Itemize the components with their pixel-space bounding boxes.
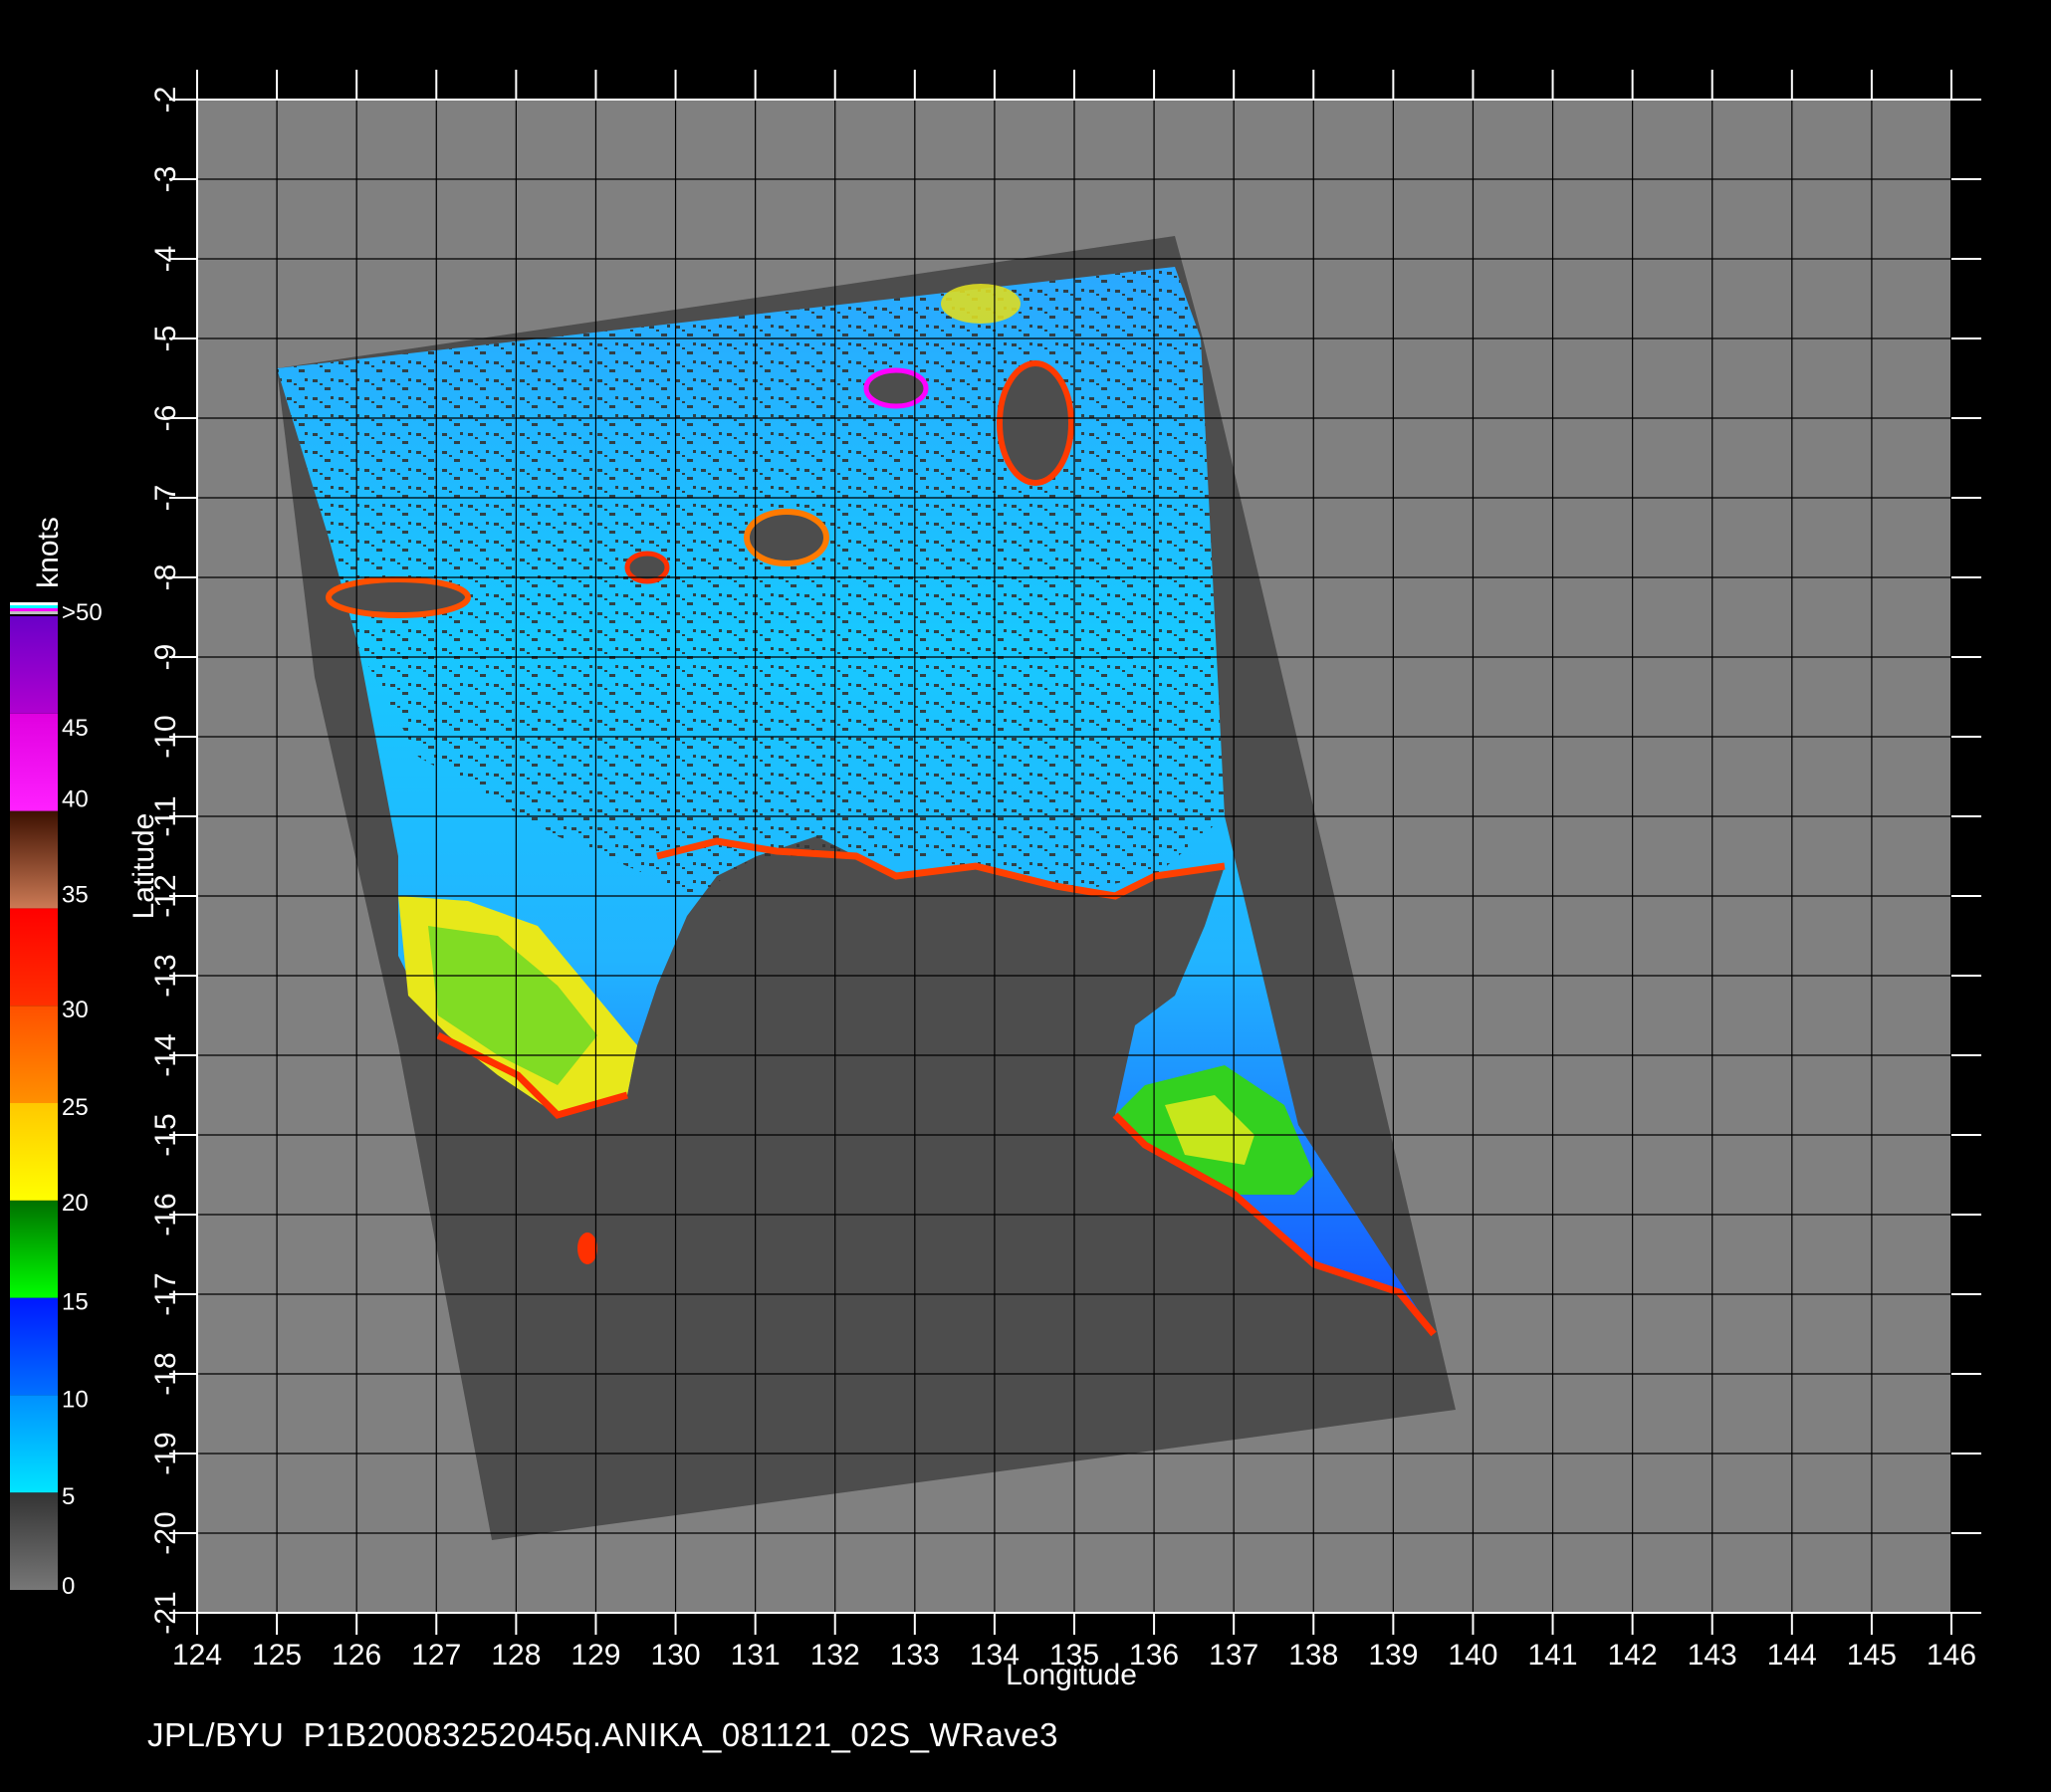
legend-label: 10 — [62, 1386, 89, 1413]
lon-tick-label: 144 — [1767, 1639, 1817, 1672]
wind-map-figure: 124 125 126 127 128 129 130 131 132 133 134 135 136 1… — [10, 70, 1981, 1691]
lon-tick-label: 145 — [1847, 1639, 1897, 1672]
legend-overflow-stripe — [10, 608, 58, 611]
legend-band — [10, 1492, 58, 1590]
legend-band — [10, 616, 58, 714]
legend-units-label: knots — [32, 517, 65, 588]
legend-label: 35 — [62, 881, 89, 908]
legend-band — [10, 1103, 58, 1201]
lon-tick-label: 129 — [570, 1639, 620, 1672]
lon-tick-label: 133 — [890, 1639, 940, 1672]
lon-tick-label: 139 — [1368, 1639, 1418, 1672]
lon-tick-label: 124 — [172, 1639, 222, 1672]
lat-tick-label: -14 — [149, 1033, 182, 1076]
lat-tick-label: -6 — [149, 405, 182, 432]
lon-tick-label: 146 — [1927, 1639, 1976, 1672]
lat-tick-label: -5 — [149, 326, 182, 352]
legend-overflow-stripe — [10, 605, 58, 608]
legend-labels: >50 45 40 35 30 25 20 15 10 5 0 — [62, 599, 103, 1600]
legend-label: 25 — [62, 1094, 89, 1121]
lat-tick-label: -19 — [149, 1432, 182, 1474]
lat-tick-label: -3 — [149, 166, 182, 193]
lat-tick-label: -8 — [149, 564, 182, 591]
lon-tick-label: 131 — [731, 1639, 781, 1672]
lat-tick-label: -9 — [149, 644, 182, 671]
wind-speed-legend: knots >50 45 40 35 30 25 20 15 10 5 0 — [10, 517, 103, 1600]
lon-tick-label: 128 — [491, 1639, 541, 1672]
lat-tick-label: -10 — [149, 715, 182, 758]
lon-tick-label: 127 — [411, 1639, 461, 1672]
lon-tick-label: 132 — [810, 1639, 860, 1672]
lat-tick-label: -2 — [149, 87, 182, 113]
legend-label: >50 — [62, 599, 103, 626]
legend-label: 5 — [62, 1483, 75, 1510]
legend-label: 20 — [62, 1190, 89, 1217]
lon-tick-label: 140 — [1448, 1639, 1497, 1672]
legend-label: 30 — [62, 997, 89, 1023]
legend-band — [10, 1395, 58, 1493]
legend-band — [10, 1006, 58, 1103]
legend-label: 0 — [62, 1573, 75, 1600]
lat-tick-label: -21 — [149, 1591, 182, 1634]
legend-label: 15 — [62, 1289, 89, 1316]
legend-band — [10, 810, 58, 909]
legend-band — [10, 1200, 58, 1298]
lon-tick-label: 141 — [1528, 1639, 1578, 1672]
lat-tick-label: -16 — [149, 1193, 182, 1235]
lon-tick-label: 126 — [332, 1639, 381, 1672]
lon-tick-label: 138 — [1288, 1639, 1338, 1672]
legend-overflow-stripe — [10, 602, 58, 605]
legend-band — [10, 908, 58, 1007]
lat-tick-label: -20 — [149, 1511, 182, 1554]
lat-tick-label: -13 — [149, 954, 182, 997]
legend-band — [10, 713, 58, 811]
legend-band — [10, 1297, 58, 1396]
longitude-title: Longitude — [1006, 1659, 1137, 1691]
lon-tick-label: 142 — [1608, 1639, 1658, 1672]
lat-tick-label: -4 — [149, 246, 182, 273]
legend-label: 40 — [62, 786, 89, 813]
lon-tick-label: 143 — [1688, 1639, 1737, 1672]
lon-tick-label: 125 — [252, 1639, 302, 1672]
latitude-title: Latitude — [127, 813, 160, 920]
lat-tick-label: -18 — [149, 1352, 182, 1395]
lon-tick-label: 130 — [651, 1639, 701, 1672]
legend-label: 45 — [62, 715, 89, 742]
lat-tick-label: -7 — [149, 485, 182, 512]
product-caption: JPL/BYU P1B20083252045q.ANIKA_081121_02S… — [147, 1716, 1059, 1753]
lat-tick-label: -17 — [149, 1272, 182, 1315]
legend-color-bar — [10, 602, 58, 1590]
lat-tick-label: -15 — [149, 1113, 182, 1156]
legend-overflow-stripe — [10, 611, 58, 614]
lon-tick-label: 137 — [1209, 1639, 1258, 1672]
